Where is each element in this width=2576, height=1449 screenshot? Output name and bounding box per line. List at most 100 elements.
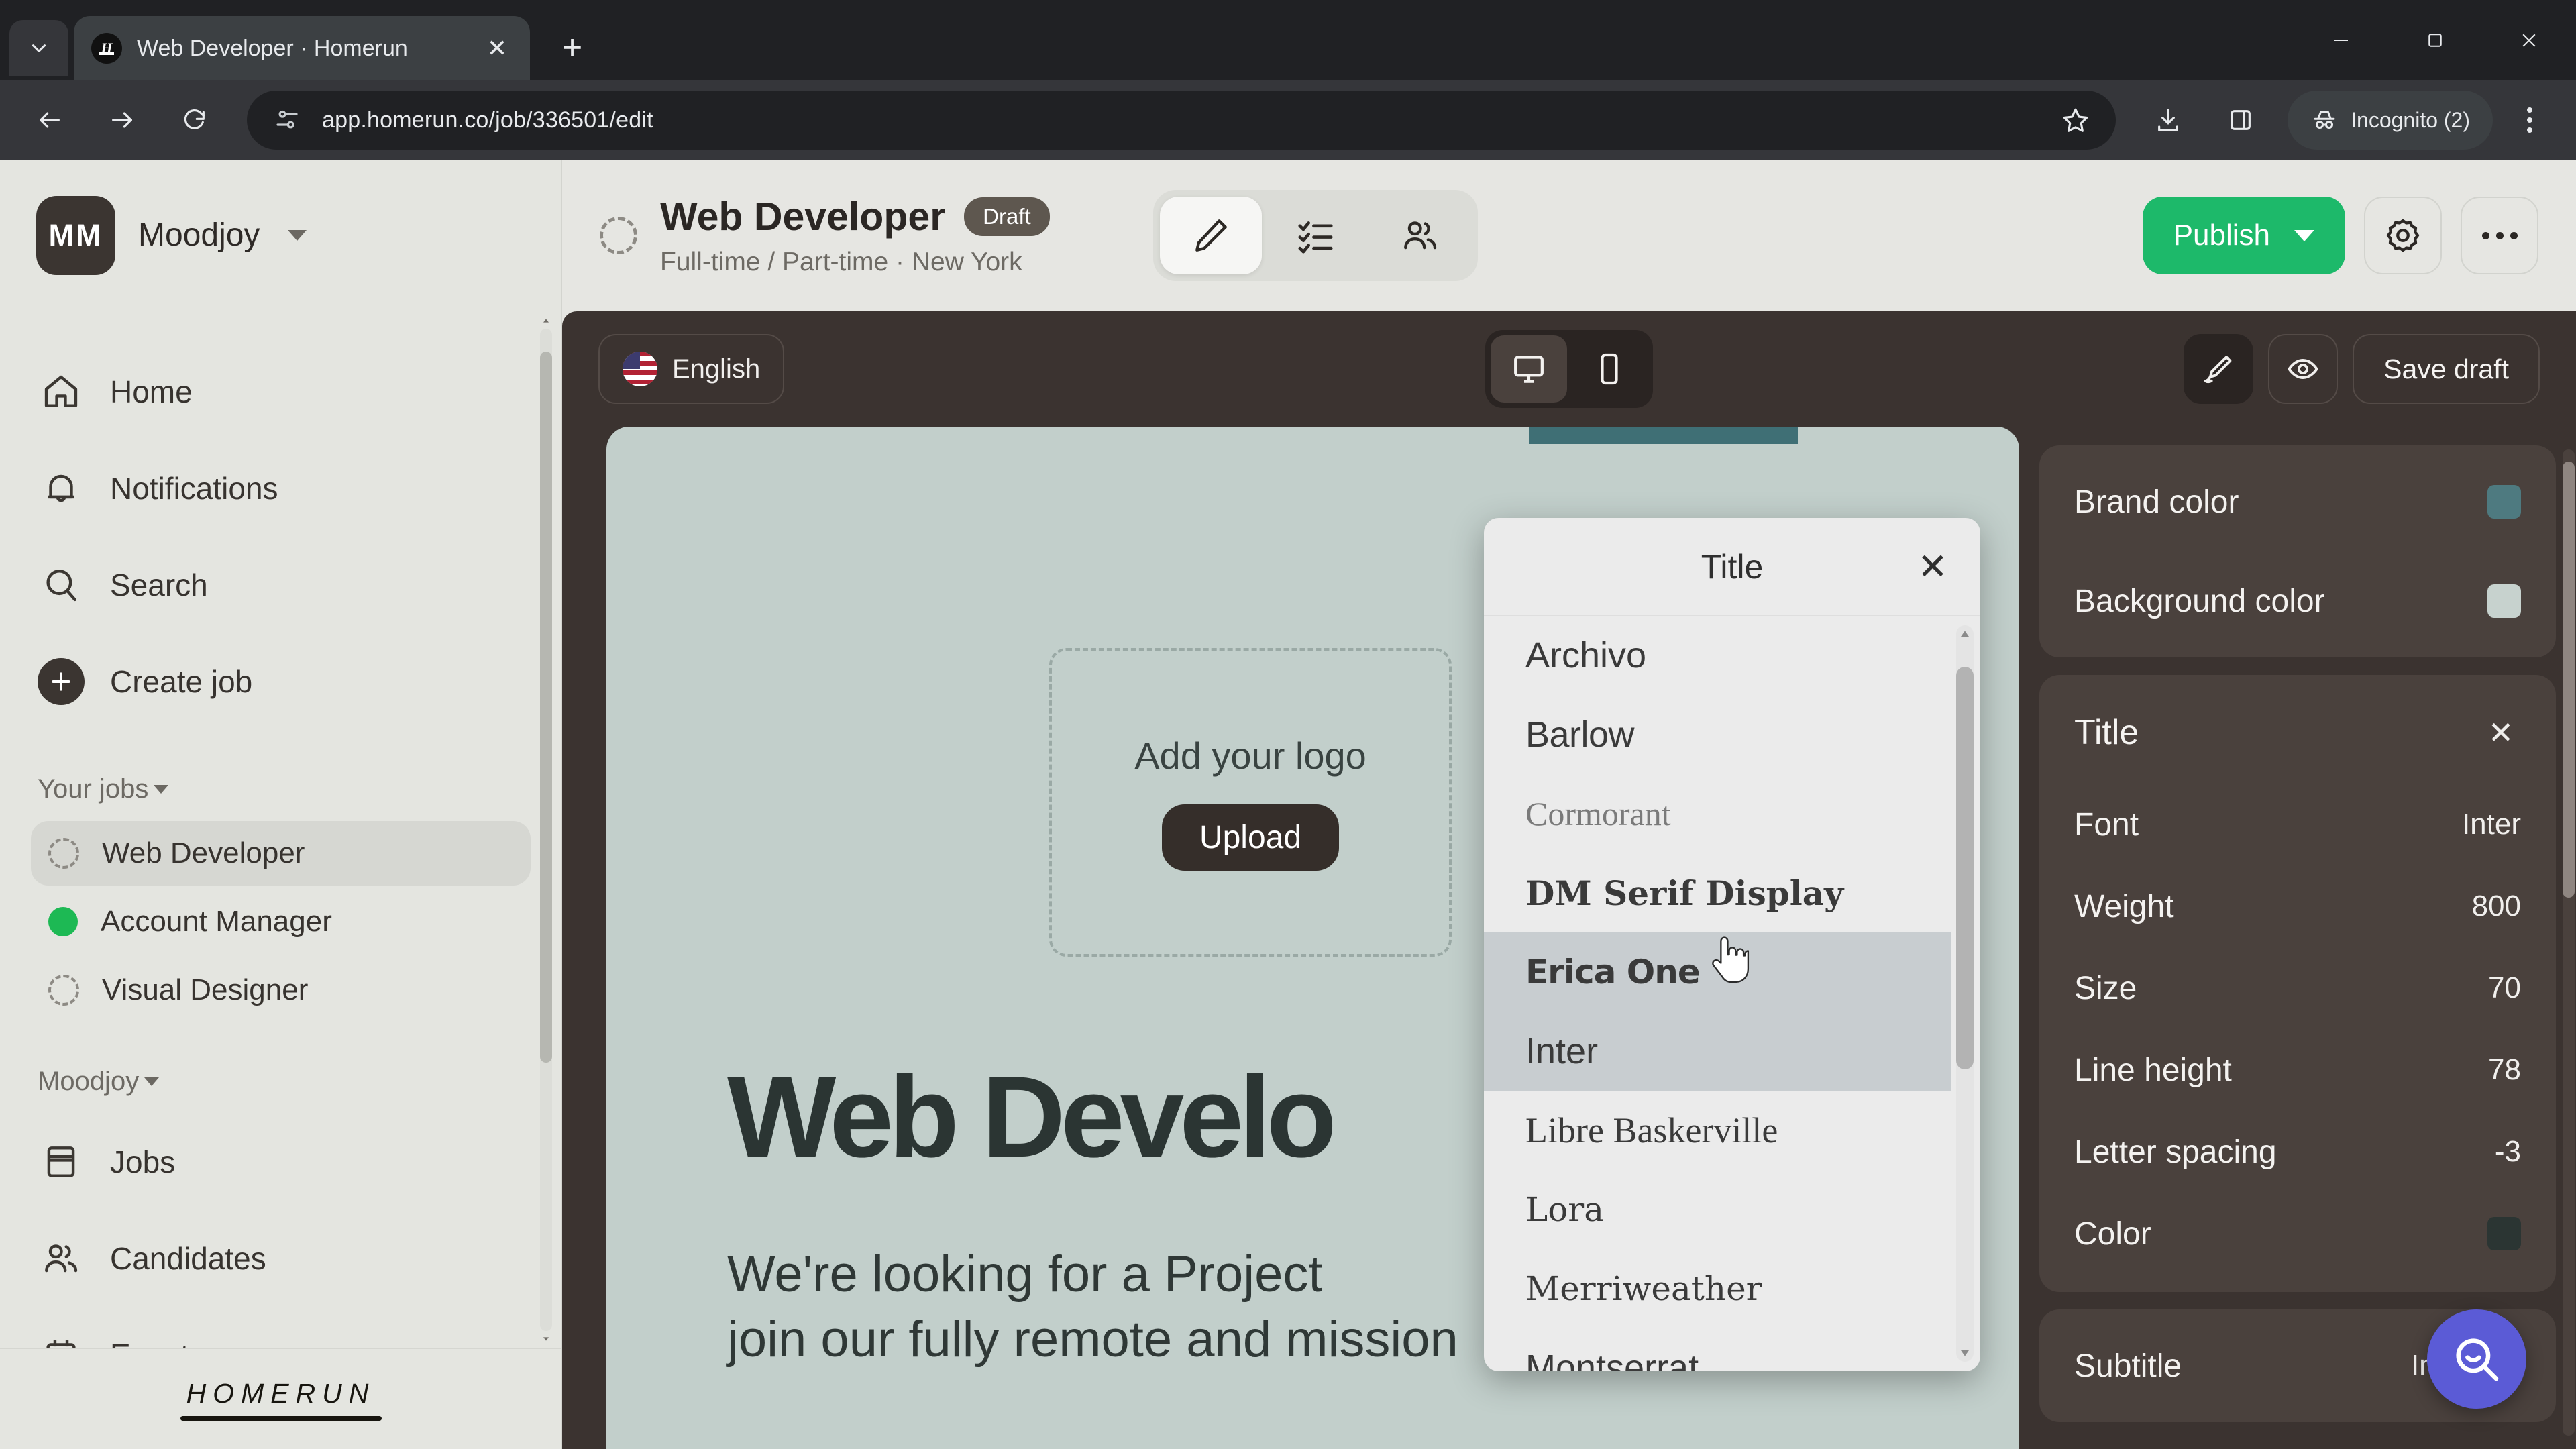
size-row[interactable]: Size 70 <box>2074 947 2521 1029</box>
tab-edit[interactable] <box>1159 197 1262 274</box>
font-list-scrollbar[interactable] <box>1956 625 1974 1362</box>
tab-close-button[interactable]: ✕ <box>482 33 513 64</box>
incognito-icon <box>2314 111 2335 129</box>
font-option-barlow[interactable]: Barlow <box>1484 695 1951 774</box>
sidebar-item-notifications[interactable]: Notifications <box>0 440 561 537</box>
new-tab-button[interactable]: + <box>549 24 596 71</box>
save-draft-button[interactable]: Save draft <box>2353 334 2540 404</box>
background-color-label: Background color <box>2074 583 2325 619</box>
search-icon <box>38 561 85 608</box>
scroll-down-arrow[interactable] <box>541 1334 551 1344</box>
calendar-icon <box>38 1332 85 1348</box>
scroll-down-arrow[interactable] <box>1957 1344 1972 1362</box>
logo-upload-dropzone[interactable]: Add your logo Upload <box>1049 648 1452 957</box>
preview-body-text[interactable]: We're looking for a Project join our ful… <box>727 1242 1458 1373</box>
mobile-view-button[interactable] <box>1571 335 1648 402</box>
line-height-value[interactable]: 78 <box>2488 1053 2521 1087</box>
your-jobs-header[interactable]: Your jobs <box>0 757 561 821</box>
browser-tab[interactable]: H Web Developer · Homerun ✕ <box>74 16 530 80</box>
font-picker-popover[interactable]: Title ✕ Archivo Barlow Cormorant DM Seri… <box>1484 518 1980 1371</box>
letter-spacing-value[interactable]: -3 <box>2495 1135 2521 1169</box>
bookmark-button[interactable] <box>2058 103 2093 138</box>
font-option-archivo[interactable]: Archivo <box>1484 616 1951 695</box>
preview-headline[interactable]: Web Develo <box>727 1051 1337 1183</box>
letter-spacing-row[interactable]: Letter spacing -3 <box>2074 1111 2521 1193</box>
app-root: MM Moodjoy Home Notifications Search Cre… <box>0 160 2576 1449</box>
close-title-section-button[interactable]: ✕ <box>2481 712 2521 753</box>
zoom-search-fab[interactable] <box>2427 1309 2526 1409</box>
job-item-account-manager[interactable]: Account Manager <box>31 890 531 954</box>
sidebar-item-home[interactable]: Home <box>0 343 561 440</box>
language-selector[interactable]: English <box>598 334 785 404</box>
font-picker-close-button[interactable]: ✕ <box>1909 543 1956 590</box>
background-color-swatch[interactable] <box>2487 584 2521 618</box>
forward-button[interactable] <box>90 88 154 152</box>
sidebar-item-create-job[interactable]: Create job <box>0 633 561 730</box>
status-badge: Draft <box>964 197 1050 236</box>
workspace-header[interactable]: Moodjoy <box>0 1049 561 1114</box>
publish-button[interactable]: Publish <box>2142 197 2345 274</box>
address-bar[interactable]: app.homerun.co/job/336501/edit <box>247 91 2116 150</box>
scrollbar-thumb[interactable] <box>540 352 552 1063</box>
size-value[interactable]: 70 <box>2488 971 2521 1005</box>
minimize-button[interactable] <box>2294 0 2388 80</box>
font-value[interactable]: Inter <box>2462 808 2521 841</box>
tab-candidates[interactable] <box>1369 197 1471 274</box>
browser-menu-button[interactable] <box>2501 88 2559 152</box>
window-controls <box>2294 0 2576 80</box>
title-color-swatch[interactable] <box>2487 1217 2521 1250</box>
tab-search-button[interactable] <box>9 20 68 76</box>
caret-up-icon <box>543 319 549 323</box>
us-flag-icon <box>623 352 657 386</box>
more-options-button[interactable] <box>2461 197 2538 274</box>
org-switcher[interactable]: MM Moodjoy <box>0 160 561 311</box>
upload-button[interactable]: Upload <box>1161 804 1340 871</box>
font-option-erica-one[interactable]: Erica One <box>1484 932 1951 1012</box>
desktop-view-button[interactable] <box>1491 335 1567 402</box>
font-label: Font <box>2074 806 2139 843</box>
close-window-button[interactable] <box>2482 0 2576 80</box>
sidebar-scrollbar[interactable] <box>540 319 552 1341</box>
monitor-icon <box>1514 356 1544 383</box>
job-item-visual-designer[interactable]: Visual Designer <box>31 958 531 1022</box>
incognito-profile-button[interactable]: Incognito (2) <box>2288 91 2493 150</box>
sidebar-item-jobs[interactable]: Jobs <box>0 1114 561 1210</box>
font-row[interactable]: Font Inter <box>2074 784 2521 865</box>
scrollbar-thumb[interactable] <box>1956 667 1974 1069</box>
job-item-web-developer[interactable]: Web Developer <box>31 821 531 885</box>
preview-button[interactable] <box>2268 334 2339 404</box>
font-option-montserrat[interactable]: Montserrat <box>1484 1328 1951 1371</box>
settings-button[interactable] <box>2364 197 2442 274</box>
phone-icon <box>1601 353 1618 385</box>
weight-value[interactable]: 800 <box>2472 890 2521 923</box>
side-panel-button[interactable] <box>2208 88 2273 152</box>
reload-button[interactable] <box>162 88 227 152</box>
font-option-inter[interactable]: Inter <box>1484 1012 1951 1091</box>
font-option-cormorant[interactable]: Cormorant <box>1484 774 1951 853</box>
background-color-row[interactable]: Background color <box>2074 551 2521 651</box>
maximize-button[interactable] <box>2388 0 2482 80</box>
brand-color-swatch[interactable] <box>2487 485 2521 519</box>
sidebar-item-candidates[interactable]: Candidates <box>0 1210 561 1307</box>
font-option-merriweather[interactable]: Merriweather <box>1484 1249 1951 1328</box>
weight-row[interactable]: Weight 800 <box>2074 865 2521 947</box>
font-option-dm-serif-display[interactable]: DM Serif Display <box>1484 853 1951 932</box>
sidebar-item-events[interactable]: Events <box>0 1307 561 1348</box>
scroll-up-arrow[interactable] <box>541 315 551 326</box>
back-button[interactable] <box>17 88 82 152</box>
line-height-row[interactable]: Line height 78 <box>2074 1029 2521 1111</box>
scroll-up-arrow[interactable] <box>1957 625 1972 643</box>
site-info-icon[interactable] <box>270 103 305 138</box>
scrollbar-thumb[interactable] <box>2563 462 2575 898</box>
chevron-down-icon <box>32 44 46 52</box>
theme-button[interactable] <box>2184 334 2254 404</box>
tab-checklist[interactable] <box>1265 197 1366 274</box>
sidebar-item-search[interactable]: Search <box>0 537 561 633</box>
color-row[interactable]: Color <box>2074 1193 2521 1275</box>
properties-scrollbar[interactable] <box>2563 449 2575 1436</box>
browser-window: H Web Developer · Homerun ✕ + app.homeru… <box>0 0 2576 1449</box>
font-option-libre-baskerville[interactable]: Libre Baskerville <box>1484 1091 1951 1170</box>
downloads-button[interactable] <box>2136 88 2200 152</box>
font-option-lora[interactable]: Lora <box>1484 1170 1951 1249</box>
brand-color-row[interactable]: Brand color <box>2074 452 2521 551</box>
